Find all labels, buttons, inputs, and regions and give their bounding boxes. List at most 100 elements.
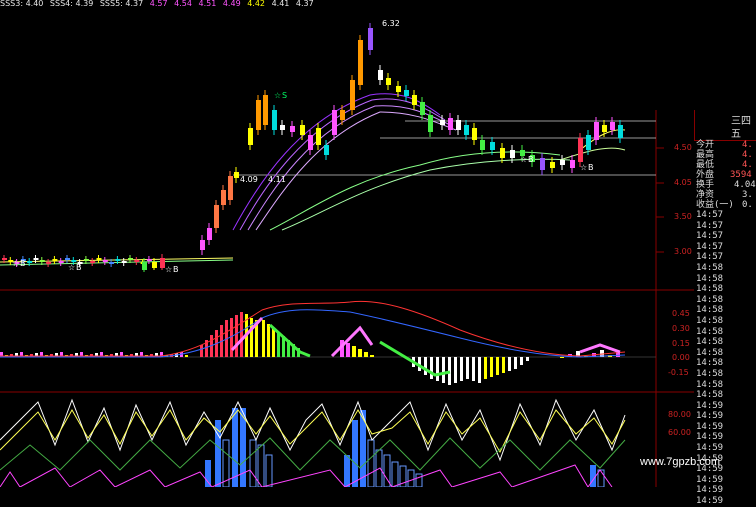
- buy-marker-5: B: [588, 163, 594, 172]
- tick-time-item[interactable]: 14:59: [694, 475, 756, 486]
- macd-bar: [185, 355, 188, 357]
- buy-marker-4: B: [528, 155, 534, 164]
- tick-time-item[interactable]: 14:59: [694, 496, 756, 507]
- tick-time-item[interactable]: 14:58: [694, 369, 756, 380]
- tick-time-item[interactable]: 14:58: [694, 274, 756, 285]
- tick-time-item[interactable]: 14:59: [694, 422, 756, 433]
- candle: [290, 121, 295, 137]
- macd-axis: 0.45 0.30 0.15 0.00 -0.15: [668, 309, 690, 377]
- macd-bar: [436, 357, 439, 381]
- tick-time-item[interactable]: 14:57: [694, 242, 756, 253]
- candle: [420, 97, 425, 120]
- quote-row-earnings: 收益(一) 0.: [696, 200, 753, 210]
- buy-marker-2: B: [76, 263, 82, 272]
- macd-bar: [472, 357, 475, 381]
- quote-row-low: 最低 4.: [696, 160, 753, 170]
- candle: [146, 256, 152, 264]
- kdj-bar: [415, 473, 423, 487]
- tick-time-item[interactable]: 14:58: [694, 327, 756, 338]
- candle: [280, 120, 285, 135]
- kdj-bar: [344, 455, 350, 487]
- tick-time-item[interactable]: 14:58: [694, 337, 756, 348]
- tick-time-item[interactable]: 14:57: [694, 221, 756, 232]
- macd-bar: [502, 357, 505, 373]
- macd-bar: [484, 357, 487, 379]
- kdj-bar: [257, 444, 265, 487]
- header-char-3: 五: [731, 129, 741, 140]
- quote-row-open: 今开 4.: [696, 140, 753, 150]
- sell-star-icon: ☆: [274, 91, 281, 100]
- macd-bar: [560, 357, 564, 358]
- kdj-bar: [367, 439, 375, 487]
- macd-bar: [514, 357, 517, 369]
- macd-bar: [364, 352, 368, 357]
- macd-bar: [352, 346, 356, 357]
- candle: [456, 115, 461, 135]
- watermark-text: www.7gpzb.com: [640, 456, 721, 468]
- quote-value-net-assets: 3.: [742, 190, 753, 200]
- quote-value-earnings: 0.: [742, 200, 753, 210]
- quote-row-high: 最高 4.: [696, 150, 753, 160]
- macd-bar: [200, 345, 203, 357]
- tick-time-item[interactable]: 14:57: [694, 210, 756, 221]
- candle: [316, 123, 321, 150]
- tick-time-item[interactable]: 14:59: [694, 411, 756, 422]
- tick-time-item[interactable]: 14:57: [694, 231, 756, 242]
- quote-label-turnover: 换手: [696, 180, 715, 190]
- tick-time-item[interactable]: 14:58: [694, 380, 756, 391]
- macd-bar: [520, 357, 523, 365]
- buy-star-icon-5: ☆: [580, 163, 587, 172]
- price-tick-450: 4.50: [674, 143, 692, 152]
- ma-bundle: [0, 93, 626, 266]
- macd-bar: [370, 355, 374, 357]
- macd-bar: [454, 357, 457, 383]
- kdj-bar: [352, 420, 358, 487]
- macd-bar: [240, 312, 243, 357]
- candle: [121, 258, 127, 266]
- tick-time-item[interactable]: 14:58: [694, 305, 756, 316]
- quote-value-high: 4.: [742, 150, 753, 160]
- tick-time-item[interactable]: 14:58: [694, 358, 756, 369]
- tick-time-item[interactable]: 14:59: [694, 485, 756, 496]
- tick-time-item[interactable]: 14:59: [694, 401, 756, 412]
- candle: [472, 123, 477, 145]
- candle: [234, 167, 239, 183]
- candle: [90, 258, 96, 266]
- quote-label-outer: 外盘: [696, 170, 715, 180]
- buy-marker-3: B: [173, 265, 179, 274]
- tick-time-item[interactable]: 14:58: [694, 390, 756, 401]
- tick-time-item[interactable]: 14:58: [694, 316, 756, 327]
- candle: [256, 95, 261, 135]
- chart-canvas[interactable]: 4.50 4.05 3.50 3.00 0.45 0.30 0.15 0.00 …: [0, 0, 756, 487]
- candle: [52, 256, 58, 264]
- price-axis: 4.50 4.05 3.50 3.00: [656, 143, 692, 256]
- candle: [358, 35, 363, 90]
- macd-bar: [460, 357, 463, 381]
- macd-bar: [442, 357, 445, 383]
- candle: [386, 73, 391, 90]
- kdj-bar: [232, 408, 238, 487]
- tick-time-item[interactable]: 14:58: [694, 348, 756, 359]
- candle: [560, 155, 565, 170]
- candle: [200, 235, 205, 255]
- buy-star-icon-4: ☆: [520, 155, 527, 164]
- candle: [46, 259, 52, 267]
- candle: [578, 133, 583, 167]
- price-annotations: 6.32 4.09 4.11 S ☆ B B B B B ☆ ☆ ☆ ☆ ☆: [12, 19, 594, 274]
- kdj-bar: [597, 469, 605, 487]
- tick-time-item[interactable]: 14:57: [694, 252, 756, 263]
- tick-time-item[interactable]: 14:59: [694, 432, 756, 443]
- tick-time-item[interactable]: 14:58: [694, 295, 756, 306]
- macd-bar: [466, 357, 469, 379]
- buy-star-icon-2: ☆: [68, 263, 75, 272]
- candle: [58, 258, 64, 266]
- candle: [272, 105, 277, 135]
- kdj-bar: [265, 454, 273, 487]
- candle: [102, 257, 108, 265]
- high-price-label: 6.32: [382, 19, 400, 28]
- kdj-tick-80: 80.00: [668, 410, 691, 419]
- macd-bar: [277, 332, 280, 357]
- tick-time-item[interactable]: 14:58: [694, 284, 756, 295]
- tick-time-item[interactable]: 14:59: [694, 443, 756, 454]
- tick-time-item[interactable]: 14:58: [694, 263, 756, 274]
